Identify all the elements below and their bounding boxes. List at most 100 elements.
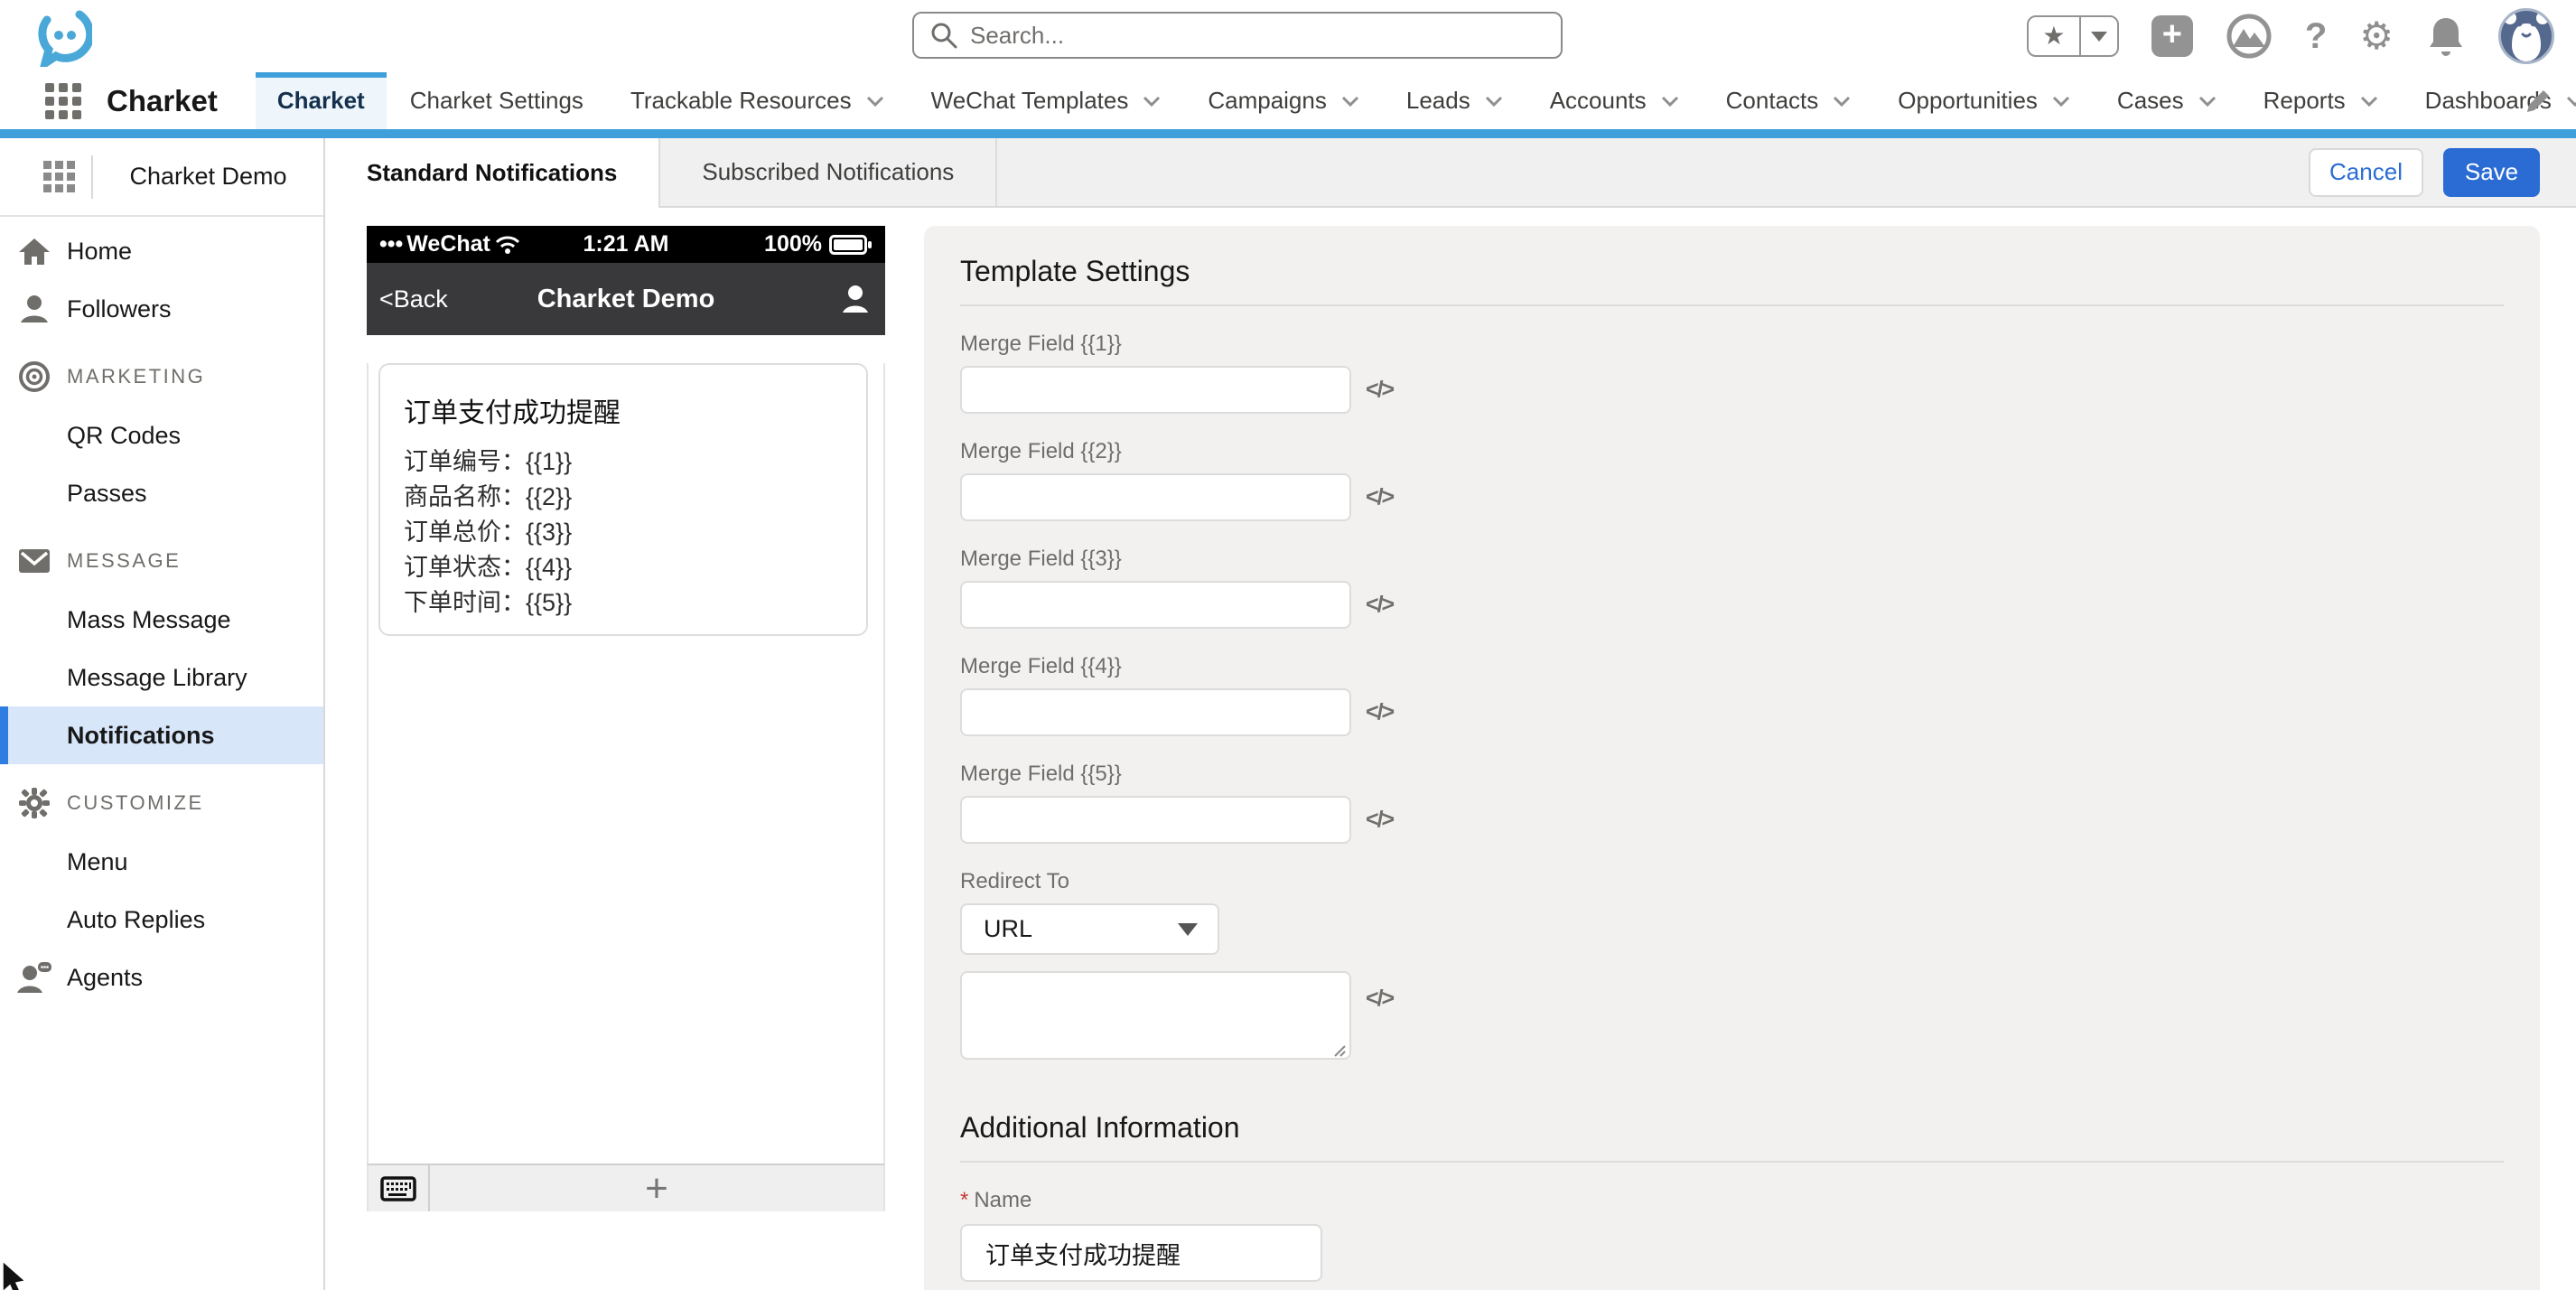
merge-field-4: Merge Field {{4}} </> — [960, 654, 2504, 736]
keyboard-toggle[interactable] — [369, 1165, 430, 1211]
battery-icon — [829, 234, 873, 256]
resize-handle-icon[interactable] — [1331, 1042, 1346, 1057]
help-button[interactable]: ? — [2305, 16, 2327, 57]
nav-tab-cases[interactable]: Cases — [2094, 72, 2240, 129]
app-launcher-icon[interactable] — [45, 83, 81, 119]
chevron-down-icon — [1833, 96, 1851, 107]
code-merge-icon[interactable]: </> — [1366, 377, 1393, 403]
sidebar-item-notifications[interactable]: Notifications — [0, 706, 323, 764]
notifications-bell-icon[interactable] — [2426, 14, 2466, 58]
chevron-down-icon — [2566, 96, 2576, 107]
nav-tab-accounts[interactable]: Accounts — [1526, 72, 1703, 129]
redirect-to-select[interactable]: URL — [960, 903, 1219, 955]
person-icon — [16, 294, 52, 324]
code-merge-icon[interactable]: </> — [1366, 484, 1393, 510]
cancel-button[interactable]: Cancel — [2309, 148, 2423, 197]
brand-underline — [0, 129, 2576, 138]
merge-field-3-input[interactable] — [960, 581, 1351, 629]
sidebar-title: Charket Demo — [93, 163, 323, 191]
merge-field-3: Merge Field {{3}} </> — [960, 547, 2504, 629]
user-avatar[interactable] — [2498, 8, 2554, 64]
merge-field-1: Merge Field {{1}} </> — [960, 332, 2504, 414]
sidebar-item-passes[interactable]: Passes — [0, 464, 323, 522]
nav-tab-trackable-resources[interactable]: Trackable Resources — [607, 72, 908, 129]
add-attachment-button[interactable]: + — [430, 1165, 883, 1211]
phone-input-toolbar: + — [367, 1164, 885, 1211]
nav-tab-contacts[interactable]: Contacts — [1703, 72, 1875, 129]
redirect-value-textarea[interactable] — [960, 971, 1351, 1060]
message-line: 订单编号：{{1}} — [380, 444, 866, 480]
keyboard-icon — [380, 1176, 416, 1201]
section-title-additional-information: Additional Information — [960, 1111, 2504, 1145]
global-search — [912, 12, 1563, 59]
dropdown-triangle-icon — [1178, 923, 1198, 936]
global-actions-button[interactable]: + — [2151, 15, 2193, 57]
nav-tab-opportunities[interactable]: Opportunities — [1874, 72, 2094, 129]
sidebar-item-auto-replies[interactable]: Auto Replies — [0, 891, 323, 949]
code-merge-icon[interactable]: </> — [1366, 807, 1393, 833]
phone-message-area: 订单支付成功提醒 订单编号：{{1}} 商品名称：{{2}} 订单总价：{{3}… — [367, 363, 885, 1164]
sidebar-item-message-library[interactable]: Message Library — [0, 649, 323, 706]
envelope-icon — [16, 548, 52, 574]
gear-icon — [16, 786, 52, 820]
setup-gear-icon[interactable]: ⚙ — [2359, 15, 2394, 57]
sidebar: Charket Demo Home Followers MARKETING QR… — [0, 138, 325, 1290]
nav-tab-leads[interactable]: Leads — [1383, 72, 1526, 129]
favorites-star-icon[interactable]: ★ — [2029, 17, 2079, 55]
sidebar-item-followers[interactable]: Followers — [0, 280, 323, 338]
search-icon — [930, 22, 957, 49]
edit-navigation-pencil-icon[interactable] — [2522, 87, 2553, 117]
charket-logo-icon[interactable] — [34, 7, 92, 67]
app-navigation-bar: Charket Charket Charket Settings Trackab… — [0, 72, 2576, 129]
home-icon — [16, 237, 52, 266]
code-merge-icon[interactable]: </> — [1366, 592, 1393, 618]
sidebar-item-mass-message[interactable]: Mass Message — [0, 591, 323, 649]
save-button[interactable]: Save — [2443, 148, 2540, 197]
carrier-label: WeChat — [406, 231, 490, 257]
code-merge-icon[interactable]: </> — [1366, 986, 1393, 1064]
name-field-label: *Name — [960, 1188, 2504, 1213]
target-icon — [16, 360, 52, 394]
nav-tab-wechat-templates[interactable]: WeChat Templates — [908, 72, 1185, 129]
contact-person-icon[interactable] — [840, 283, 871, 313]
nav-tab-charket[interactable]: Charket — [256, 72, 387, 129]
wechat-phone-preview: ••• WeChat 1:21 AM 100% <Back Charket De… — [367, 226, 885, 1183]
message-line: 订单状态：{{4}} — [380, 550, 866, 585]
merge-field-5-input[interactable] — [960, 796, 1351, 844]
tab-standard-notifications[interactable]: Standard Notifications — [325, 138, 660, 208]
merge-field-2: Merge Field {{2}} </> — [960, 439, 2504, 521]
chevron-down-icon — [866, 96, 884, 107]
merge-field-4-input[interactable] — [960, 688, 1351, 736]
sidebar-item-home[interactable]: Home — [0, 222, 323, 280]
name-input[interactable] — [960, 1224, 1322, 1282]
person-chat-icon — [16, 961, 52, 994]
merge-field-2-input[interactable] — [960, 473, 1351, 521]
sidebar-item-agents[interactable]: Agents — [0, 949, 323, 1006]
message-line: 下单时间：{{5}} — [380, 585, 866, 621]
sidebar-section-customize: CUSTOMIZE — [0, 773, 323, 833]
phone-nav-bar: <Back Charket Demo — [367, 263, 885, 335]
favorites-dropdown-button[interactable] — [2079, 15, 2117, 57]
notification-message-card[interactable]: 订单支付成功提醒 订单编号：{{1}} 商品名称：{{2}} 订单总价：{{3}… — [378, 363, 868, 636]
trailhead-icon[interactable] — [2226, 13, 2273, 60]
mouse-cursor — [2, 1261, 29, 1290]
grid-icon[interactable] — [43, 161, 75, 192]
merge-field-1-input[interactable] — [960, 366, 1351, 414]
tab-subscribed-notifications[interactable]: Subscribed Notifications — [660, 138, 997, 206]
notification-tab-strip: Standard Notifications Subscribed Notifi… — [325, 138, 2576, 208]
nav-tab-reports[interactable]: Reports — [2240, 72, 2402, 129]
sidebar-section-message: MESSAGE — [0, 531, 323, 591]
chevron-down-icon — [1143, 96, 1161, 107]
sidebar-item-menu[interactable]: Menu — [0, 833, 323, 891]
search-input[interactable] — [970, 22, 1545, 50]
code-merge-icon[interactable]: </> — [1366, 699, 1393, 725]
sidebar-item-qr-codes[interactable]: QR Codes — [0, 407, 323, 464]
battery-percent: 100% — [764, 231, 822, 257]
nav-tab-charket-settings[interactable]: Charket Settings — [387, 72, 607, 129]
divider — [960, 304, 2504, 306]
nav-tab-campaigns[interactable]: Campaigns — [1184, 72, 1383, 129]
redirect-value-field: </> — [960, 971, 2504, 1064]
plus-icon: + — [645, 1171, 668, 1207]
chevron-down-icon — [2091, 32, 2107, 42]
phone-status-bar: ••• WeChat 1:21 AM 100% — [367, 226, 885, 263]
